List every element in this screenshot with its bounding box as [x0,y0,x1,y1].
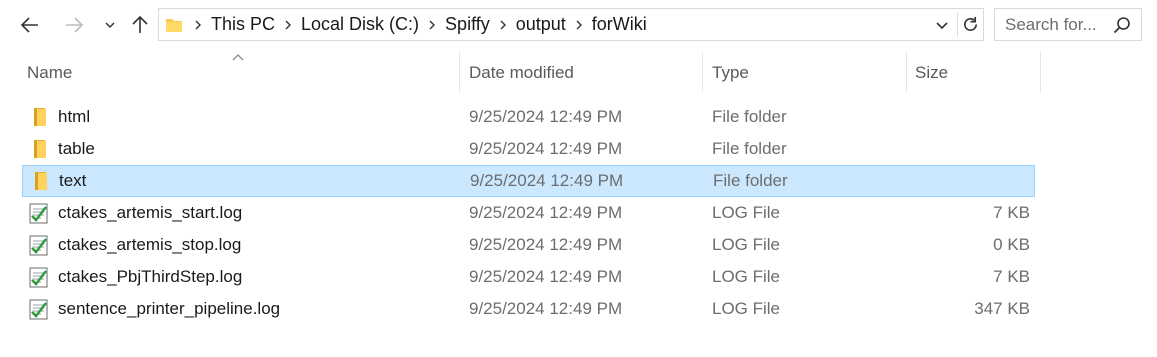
file-date-modified: 9/25/2024 12:49 PM [469,299,623,318]
column-divider[interactable] [702,52,703,92]
address-divider [957,12,958,37]
back-button[interactable] [14,8,46,42]
log-file-icon [28,202,50,224]
chevron-right-icon[interactable] [187,19,209,31]
file-size: 347 KB [974,299,1030,318]
folder-icon [29,170,51,192]
recent-locations-button[interactable] [100,8,120,42]
search-icon [1113,17,1130,34]
file-date-modified: 9/25/2024 12:49 PM [469,107,623,126]
log-file-icon [28,234,50,256]
forward-button[interactable] [58,8,90,42]
file-type: File folder [712,107,787,126]
log-file-icon [28,266,50,288]
file-type: File folder [712,139,787,158]
column-divider[interactable] [906,52,907,92]
file-size: 0 KB [993,235,1030,254]
chevron-down-icon [105,22,115,29]
folder-icon [28,106,50,128]
address-dropdown-button[interactable] [935,18,949,37]
file-type: LOG File [712,299,781,318]
file-row[interactable]: ctakes_artemis_start.log 9/25/2024 12:49 … [22,198,1035,230]
chevron-right-icon[interactable] [568,19,590,31]
refresh-button[interactable] [961,15,980,39]
arrow-right-icon [66,17,84,33]
file-date-modified: 9/25/2024 12:49 PM [469,203,623,222]
arrow-up-icon [132,15,148,33]
file-name: sentence_printer_pipeline.log [58,299,281,318]
column-header-size[interactable]: Size [915,55,948,91]
column-divider[interactable] [459,52,460,92]
chevron-right-icon[interactable] [421,19,443,31]
refresh-icon [964,16,978,31]
file-row[interactable]: ctakes_artemis_stop.log 9/25/2024 12:49 P… [22,230,1035,262]
search-input[interactable]: Search for... [1005,15,1097,35]
chevron-down-icon [936,22,948,30]
arrow-left-icon [20,17,38,33]
breadcrumb-forwiki[interactable]: forWiki [590,14,649,35]
file-type: File folder [713,171,788,190]
file-type: LOG File [712,203,781,222]
sort-ascending-icon [232,48,244,66]
file-name: ctakes_artemis_stop.log [58,235,242,254]
column-header-date[interactable]: Date modified [469,55,574,91]
file-name: ctakes_PbjThirdStep.log [58,267,243,286]
file-date-modified: 9/25/2024 12:49 PM [469,139,623,158]
breadcrumb-output[interactable]: output [514,14,568,35]
file-row[interactable]: table 9/25/2024 12:49 PM File folder [22,134,1035,166]
breadcrumb-spiffy[interactable]: Spiffy [443,14,492,35]
file-row[interactable]: ctakes_PbjThirdStep.log 9/25/2024 12:49 P… [22,262,1035,294]
file-date-modified: 9/25/2024 12:49 PM [470,171,624,190]
file-row[interactable]: sentence_printer_pipeline.log 9/25/2024 1… [22,294,1035,326]
column-header-name[interactable]: Name [27,55,72,91]
column-divider[interactable] [1040,52,1041,92]
file-name: table [58,139,95,158]
up-button[interactable] [126,8,154,42]
file-type: LOG File [712,267,781,286]
address-bar[interactable]: This PC Local Disk (C:) Spiffy output fo… [158,8,984,41]
file-size: 7 KB [993,267,1030,286]
file-row[interactable]: text 9/25/2024 12:49 PM File folder [22,165,1035,197]
folder-icon [28,138,50,160]
file-date-modified: 9/25/2024 12:49 PM [469,235,623,254]
file-row[interactable]: html 9/25/2024 12:49 PM File folder [22,102,1035,134]
chevron-right-icon[interactable] [492,19,514,31]
chevron-right-icon[interactable] [277,19,299,31]
folder-icon [166,18,182,32]
breadcrumb-this-pc[interactable]: This PC [209,14,277,35]
log-file-icon [28,298,50,320]
breadcrumb: This PC Local Disk (C:) Spiffy output fo… [165,9,649,40]
file-name: html [58,107,91,126]
file-name: text [59,171,87,190]
file-name: ctakes_artemis_start.log [58,203,243,222]
file-date-modified: 9/25/2024 12:49 PM [469,267,623,286]
file-type: LOG File [712,235,781,254]
column-header-type[interactable]: Type [712,55,749,91]
breadcrumb-local-disk[interactable]: Local Disk (C:) [299,14,421,35]
search-box[interactable]: Search for... [994,8,1142,41]
file-size: 7 KB [993,203,1030,222]
